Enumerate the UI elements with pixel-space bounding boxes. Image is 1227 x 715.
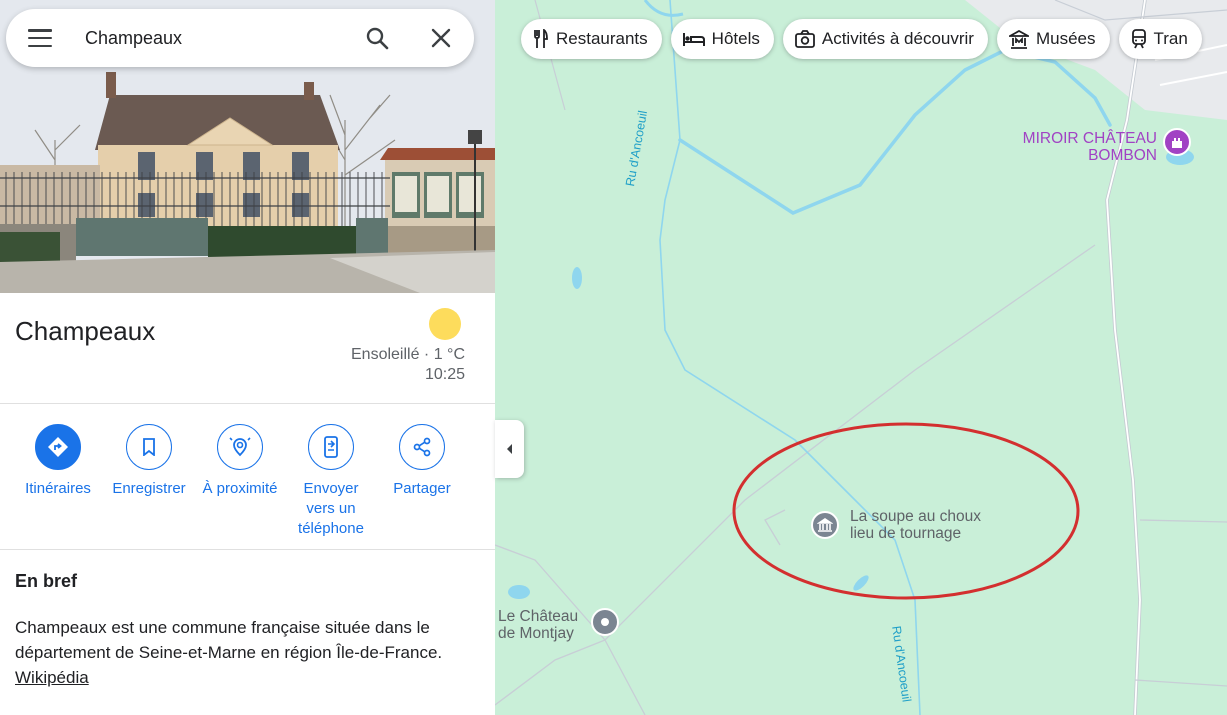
poi-miroir-line2: BOMBON xyxy=(1088,147,1157,164)
search-icon[interactable] xyxy=(362,23,392,53)
overview-body: Champeaux est une commune française situ… xyxy=(15,618,443,662)
directions-button[interactable]: Itinéraires xyxy=(12,424,104,499)
museum-icon xyxy=(1008,29,1029,49)
castle-icon xyxy=(1172,138,1182,148)
nearby-button[interactable]: À proximité xyxy=(194,424,286,499)
chevron-left-icon xyxy=(506,444,512,454)
send-to-phone-button[interactable]: Envoyer vers un téléphone xyxy=(285,424,377,539)
road-diagonal xyxy=(604,244,1096,641)
dot-icon xyxy=(601,618,609,626)
local-time: 10:25 xyxy=(424,366,465,383)
nearby-label: À proximité xyxy=(202,480,278,497)
overview-text: Champeaux est une commune française situ… xyxy=(15,615,480,690)
restaurant-icon xyxy=(534,29,548,48)
chip-museums[interactable]: Musées xyxy=(996,19,1110,59)
road-main-inner xyxy=(1106,0,1146,715)
pond-1 xyxy=(572,267,582,289)
pond-2 xyxy=(508,585,530,599)
weather-info: Ensoleillé · 1 °C 10:25 xyxy=(351,345,465,385)
landmark-icon xyxy=(817,518,833,532)
chip-activities[interactable]: Activités à découvrir xyxy=(782,19,988,59)
chip-activities-label: Activités à découvrir xyxy=(821,29,974,48)
road-e xyxy=(1139,519,1227,523)
weather-text: Ensoleillé · 1 °C xyxy=(351,346,465,363)
stream-ru-ancoeuil xyxy=(659,0,921,715)
category-chips: Restaurants Hôtels Activités à découvrir… xyxy=(521,19,1202,59)
save-button[interactable]: Enregistrer xyxy=(103,424,195,499)
chip-transit[interactable]: Tran xyxy=(1118,19,1202,59)
poi-montjay-line2: de Montjay xyxy=(498,625,574,642)
directions-icon xyxy=(35,424,81,470)
poi-soupe-label[interactable]: La soupe au choux lieu de tournage xyxy=(850,508,981,542)
poi-miroir-line1: MIROIR CHÂTEAU xyxy=(1022,130,1157,147)
search-input[interactable]: Champeaux xyxy=(85,28,362,49)
pond-3 xyxy=(853,575,869,591)
bookmark-icon xyxy=(126,424,172,470)
send-to-phone-icon xyxy=(308,424,354,470)
chip-restaurants[interactable]: Restaurants xyxy=(521,19,662,59)
chip-restaurants-label: Restaurants xyxy=(556,29,648,48)
place-title: Champeaux xyxy=(15,316,156,346)
landmark-pin-icon[interactable] xyxy=(811,511,839,539)
chip-transit-label: Tran xyxy=(1153,29,1188,48)
map-canvas[interactable]: MIROIR CHÂTEAU BOMBON La soupe au choux … xyxy=(495,0,1227,715)
place-panel: Champeaux Champeaux Ensoleillé · 1 °C 10… xyxy=(0,0,495,715)
poi-montjay-line1: Le Château xyxy=(498,608,579,625)
menu-icon[interactable] xyxy=(28,29,52,47)
hotel-icon xyxy=(682,33,705,46)
search-box: Champeaux xyxy=(6,9,474,67)
divider-1 xyxy=(0,403,495,404)
track xyxy=(764,509,786,546)
divider-2 xyxy=(0,549,495,550)
road-e2 xyxy=(1134,679,1227,687)
overview-title: En bref xyxy=(15,571,78,591)
collapse-panel-button[interactable] xyxy=(495,420,524,478)
share-icon xyxy=(399,424,445,470)
poi-montjay-label[interactable]: Le Château de Montjay xyxy=(498,608,578,642)
chip-museums-label: Musées xyxy=(1035,29,1096,48)
sunny-weather-icon xyxy=(429,308,461,340)
road-s xyxy=(604,639,646,715)
castle-pin-icon[interactable] xyxy=(1163,128,1191,156)
poi-soupe-line1: La soupe au choux xyxy=(850,508,981,525)
chip-hotels-label: Hôtels xyxy=(711,29,760,48)
stream-top xyxy=(643,0,684,17)
wikipedia-link[interactable]: Wikipédia xyxy=(15,668,89,687)
close-icon[interactable] xyxy=(426,23,456,53)
share-label: Partager xyxy=(393,480,451,497)
directions-label: Itinéraires xyxy=(25,480,91,497)
nearby-icon xyxy=(217,424,263,470)
send-to-phone-label: Envoyer vers un téléphone xyxy=(298,480,364,537)
camera-icon xyxy=(794,30,815,48)
poi-miroir-label[interactable]: MIROIR CHÂTEAU BOMBON xyxy=(1015,130,1157,164)
place-pin-icon[interactable] xyxy=(591,608,619,636)
poi-soupe-line2: lieu de tournage xyxy=(850,525,962,542)
share-button[interactable]: Partager xyxy=(376,424,468,499)
chip-hotels[interactable]: Hôtels xyxy=(670,19,774,59)
road-sw xyxy=(495,639,606,706)
save-label: Enregistrer xyxy=(112,480,186,497)
transit-icon xyxy=(1131,29,1146,49)
